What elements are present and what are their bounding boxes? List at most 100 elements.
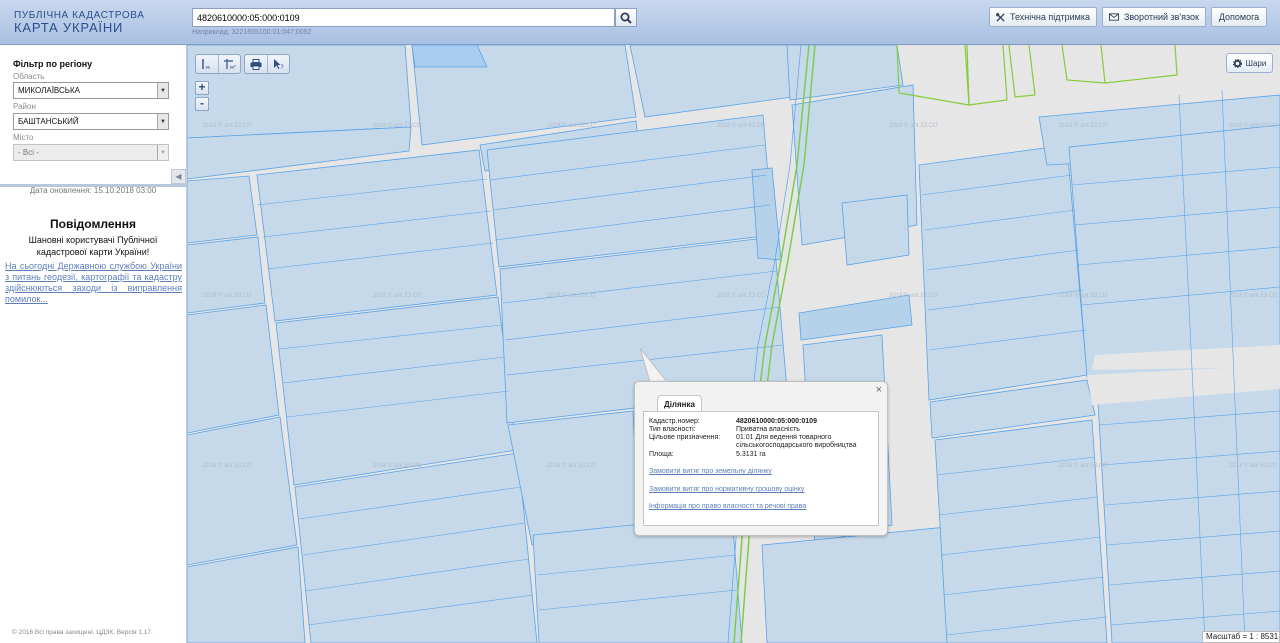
field-ownership-type: Тип власності: Приватна власність	[649, 426, 869, 434]
map-watermark: 2018 © ant.53.CO	[203, 123, 252, 129]
tab-parcel[interactable]: Ділянка	[657, 395, 702, 412]
copyright: © 2016 Всі права захищені. ЦДЗК. Версія …	[12, 629, 153, 636]
search-hint: Наприклад: 3221655100:01:047:0052	[192, 29, 312, 36]
collapse-sidebar-button[interactable]: ◀	[171, 169, 186, 184]
field-cadastral-number: Кадастр.номер: 4820610000:05:000:0109	[649, 418, 869, 426]
map-watermark: 2018 © ant.53.CO	[717, 293, 766, 299]
field-value: 5.3131 га	[736, 451, 766, 458]
measure-tools: м м²	[195, 54, 241, 74]
sidebar: Фільтр по регіону Область МИКОЛАЇВСЬКА ▼…	[0, 45, 187, 643]
feedback-button[interactable]: Зворотний зв'язок	[1102, 7, 1206, 27]
parcel-info-panel: Кадастр.номер: 4820610000:05:000:0109 Ти…	[643, 411, 879, 526]
layers-label: Шари	[1245, 58, 1267, 68]
zoom-in-button[interactable]: +	[195, 81, 209, 95]
order-valuation-extract-link[interactable]: Замовити витяг про нормативну грошову оц…	[649, 486, 804, 493]
district-label: Район	[13, 102, 36, 111]
svg-text:?: ?	[280, 64, 283, 70]
map-watermark: 2018 © ant.53.CO	[1059, 293, 1108, 299]
identify-button[interactable]: ?	[267, 55, 289, 73]
layers-button[interactable]: Шари	[1226, 53, 1273, 73]
chevron-left-icon: ◀	[175, 172, 182, 181]
area-icon: м²	[223, 59, 236, 70]
parcel[interactable]	[1068, 124, 1280, 378]
popup-pointer	[639, 347, 669, 383]
tools-icon	[996, 12, 1005, 22]
parcel[interactable]	[294, 452, 538, 643]
tech-support-label: Технічна підтримка	[1009, 12, 1090, 22]
parcel[interactable]	[187, 304, 280, 434]
parcel[interactable]	[507, 410, 640, 546]
field-value: 01.01 Для ведення товарного сільськогосп…	[736, 434, 857, 449]
field-area: Площа: 5.3131 га	[649, 451, 869, 459]
parcel[interactable]	[918, 144, 1088, 401]
region-filter: Фільтр по регіону Область МИКОЛАЇВСЬКА ▼…	[0, 45, 186, 183]
parcel[interactable]	[629, 45, 808, 118]
map-watermark: 2018 © ant.53.CO	[889, 123, 938, 129]
map-watermark: 2018 © ant.53.CO	[1059, 123, 1108, 129]
envelope-icon	[1109, 13, 1119, 21]
region-select[interactable]: МИКОЛАЇВСЬКА ▼	[13, 82, 169, 99]
map-scale: Масштаб = 1 : 8531	[1202, 631, 1280, 643]
map-watermark: 2018 © ant.53.CO	[547, 293, 596, 299]
map-watermark: 2018 © ant.53.CO	[373, 293, 422, 299]
chevron-down-icon: ▼	[157, 83, 168, 98]
close-icon[interactable]: ×	[876, 384, 882, 396]
map-toolbar: м м² ?	[195, 54, 290, 74]
search-icon	[620, 12, 632, 24]
printer-icon	[250, 58, 262, 70]
map-watermark: 2018 © ant.53.CO	[547, 463, 596, 469]
tech-support-button[interactable]: Технічна підтримка	[989, 7, 1097, 27]
region-value: МИКОЛАЇВСЬКА	[18, 86, 81, 95]
ownership-rights-link[interactable]: Інформація про право власності та речові…	[649, 503, 806, 510]
parcel[interactable]	[1096, 366, 1280, 643]
field-value: 4820610000:05:000:0109	[736, 418, 817, 425]
parcel[interactable]	[934, 419, 1108, 643]
field-purpose: Цільове призначення: 01.01 Для ведення т…	[649, 434, 869, 450]
search-button[interactable]	[615, 8, 637, 27]
map-watermark: 2018 © ant.53.CO	[1229, 293, 1278, 299]
map-watermark: 2018 © ant.53.CO	[203, 293, 252, 299]
measure-distance-button[interactable]: м	[196, 55, 218, 73]
parcel[interactable]	[187, 236, 266, 314]
svg-text:м: м	[206, 65, 210, 70]
parcel[interactable]	[761, 526, 953, 643]
field-key: Тип власності:	[649, 426, 696, 433]
parcel[interactable]	[411, 45, 488, 68]
measure-area-button[interactable]: м²	[218, 55, 240, 73]
update-date: Дата оновлення: 15.10.2018 03:00	[29, 186, 157, 195]
notice-link[interactable]: На сьогодні Державною службою України з …	[5, 261, 182, 305]
print-button[interactable]	[245, 55, 267, 73]
parcel-layer[interactable]	[187, 45, 1280, 643]
header: ПУБЛІЧНА КАДАСТРОВА КАРТА УКРАЇНИ Наприк…	[0, 0, 1280, 45]
map-watermark: 2018 © ant.53.CO	[1059, 463, 1108, 469]
site-logo[interactable]: ПУБЛІЧНА КАДАСТРОВА КАРТА УКРАЇНИ	[14, 10, 144, 35]
cursor-help-icon: ?	[273, 59, 283, 70]
parcel[interactable]	[841, 194, 910, 266]
notice-title: Повідомлення	[50, 217, 136, 231]
map-watermark: 2018 © ant.53.CO	[889, 293, 938, 299]
map-watermark: 2018 © ant.53.CO	[373, 123, 422, 129]
region-label: Область	[13, 72, 45, 81]
city-select[interactable]: - Всі - ▼	[13, 144, 169, 161]
field-key: Цільове призначення:	[649, 434, 721, 441]
search-bar: Наприклад: 3221655100:01:047:0052	[192, 8, 637, 36]
cadastral-search-input[interactable]	[192, 8, 615, 27]
field-key: Кадастр.номер:	[649, 418, 700, 425]
district-select[interactable]: БАШТАНСЬКИЙ ▼	[13, 113, 169, 130]
order-parcel-extract-link[interactable]: Замовити витяг про земельну ділянку	[649, 468, 772, 475]
parcel[interactable]	[187, 416, 298, 566]
chevron-down-icon: ▼	[157, 145, 168, 160]
logo-line2: КАРТА УКРАЇНИ	[14, 20, 124, 35]
parcel[interactable]	[275, 296, 518, 486]
svg-text:м²: м²	[230, 65, 236, 70]
filter-title: Фільтр по регіону	[13, 59, 93, 69]
zoom-out-button[interactable]: -	[195, 97, 209, 111]
parcel[interactable]	[187, 175, 258, 244]
parcel[interactable]	[798, 294, 913, 341]
help-button[interactable]: Допомога	[1211, 7, 1267, 27]
notice-body: Шановні користувачі Публічної кадастрово…	[28, 235, 158, 257]
map-canvas[interactable]: 2018 © ant.53.CO 2018 © ant.53.CO 2018 ©…	[187, 45, 1280, 643]
district-value: БАШТАНСЬКИЙ	[18, 117, 79, 126]
feedback-label: Зворотний зв'язок	[1123, 12, 1199, 22]
map-watermark: 2018 © ant.53.CO	[717, 123, 766, 129]
